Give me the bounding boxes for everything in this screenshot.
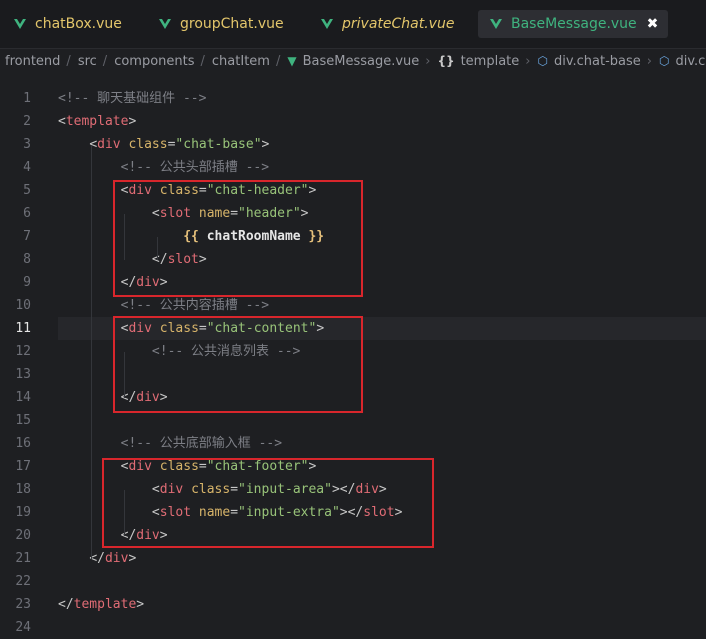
editor-tab-bar: chatBox.vue groupChat.vue privateChat.vu…	[0, 0, 706, 49]
breadcrumb-item[interactable]: frontend	[0, 54, 60, 69]
code-text: </div>	[89, 551, 137, 566]
code-line-area: </div>	[58, 547, 706, 570]
line-number: 1	[23, 91, 31, 106]
tab-label: privateChat.vue	[342, 16, 455, 32]
cube-icon: ⬡	[658, 54, 670, 68]
tab-label: chatBox.vue	[35, 16, 122, 32]
vue-file-icon	[490, 19, 502, 29]
braces-icon: {}	[437, 54, 455, 68]
line-number: 11	[15, 321, 31, 336]
code-line-area: <!-- 公共头部插槽 -->	[58, 156, 706, 179]
line-number: 15	[15, 413, 31, 428]
code-line[interactable]: 22	[0, 570, 706, 593]
code-line-area: <!-- 公共内容插槽 -->	[58, 294, 706, 317]
line-number: 5	[23, 183, 31, 198]
line-number: 23	[15, 597, 31, 612]
breadcrumb-separator: /	[102, 53, 108, 69]
line-number: 14	[15, 390, 31, 405]
close-icon[interactable]: ✖	[647, 16, 659, 32]
breadcrumb-separator: ›	[425, 53, 431, 69]
breadcrumb-item[interactable]: components	[114, 54, 194, 69]
breadcrumb-separator: ›	[525, 53, 531, 69]
code-text: <template>	[58, 114, 137, 129]
line-number: 13	[15, 367, 31, 382]
breadcrumb-separator: ›	[646, 53, 652, 69]
code-line[interactable]: 24	[0, 616, 706, 639]
code-line-area: <!-- 聊天基础组件 -->	[58, 87, 706, 110]
code-line-area: </template>	[58, 593, 706, 616]
tab-label: BaseMessage.vue	[511, 16, 637, 32]
line-number: 17	[15, 459, 31, 474]
breadcrumb-separator: /	[275, 53, 281, 69]
code-line[interactable]: 23 </template>	[0, 593, 706, 616]
code-line-area: <div class="chat-base">	[58, 133, 706, 156]
code-line-area	[58, 616, 706, 639]
vue-file-icon	[159, 19, 171, 29]
cube-icon: ⬡	[537, 54, 548, 68]
tab-basemessage[interactable]: BaseMessage.vue ✖	[478, 10, 669, 38]
code-text: </template>	[58, 597, 145, 612]
breadcrumb-item[interactable]: ⬡ div.chat-base	[537, 54, 640, 69]
highlight-box-footer	[102, 458, 434, 548]
highlight-box-content	[113, 316, 363, 413]
tab-groupchat[interactable]: groupChat.vue	[159, 10, 284, 38]
code-line-area: <template>	[58, 110, 706, 133]
highlight-box-header	[113, 180, 363, 297]
code-line[interactable]: 21 </div>	[0, 547, 706, 570]
vue-file-icon	[14, 19, 26, 29]
code-line-area	[58, 570, 706, 593]
vue-file-icon	[321, 19, 333, 29]
breadcrumb-item[interactable]: chatItem	[212, 54, 270, 69]
code-line[interactable]: 16 <!-- 公共底部输入框 -->	[0, 432, 706, 455]
breadcrumb-item[interactable]: ⬡ div.chat-co	[659, 54, 706, 69]
breadcrumb-item[interactable]: src	[78, 54, 97, 69]
line-number: 4	[23, 160, 31, 175]
line-number: 7	[23, 229, 31, 244]
code-editor[interactable]: 24 23 </template> 22 21 </div> 20 </div> 19 <s…	[0, 87, 706, 637]
line-number: 6	[23, 206, 31, 221]
tab-privatechat[interactable]: privateChat.vue	[321, 10, 454, 38]
code-line[interactable]: 2 <template>	[0, 110, 706, 133]
breadcrumb-separator: /	[200, 53, 205, 69]
code-line[interactable]: 10 <!-- 公共内容插槽 -->	[0, 294, 706, 317]
breadcrumb-separator: /	[66, 53, 71, 69]
code-text: <!-- 聊天基础组件 -->	[58, 91, 207, 106]
code-line[interactable]: 1 <!-- 聊天基础组件 -->	[0, 87, 706, 110]
line-number: 10	[15, 298, 31, 313]
code-line[interactable]: 3 <div class="chat-base">	[0, 133, 706, 156]
line-number: 8	[23, 252, 31, 267]
breadcrumb-item[interactable]: ▼ BaseMessage.vue	[287, 54, 419, 69]
tab-chatbox[interactable]: chatBox.vue	[14, 10, 122, 38]
line-number: 21	[15, 551, 31, 566]
line-number: 2	[23, 114, 31, 129]
line-number: 24	[15, 620, 31, 635]
line-number: 20	[15, 528, 31, 543]
line-number: 18	[15, 482, 31, 497]
line-number: 3	[23, 137, 31, 152]
code-text: <div class="chat-base">	[89, 137, 270, 152]
line-number: 9	[23, 275, 31, 290]
tab-label: groupChat.vue	[180, 16, 284, 32]
line-number: 22	[15, 574, 31, 589]
breadcrumb: frontend / src / components / chatItem /…	[0, 49, 706, 73]
indent-guide	[91, 145, 92, 559]
line-number: 19	[15, 505, 31, 520]
line-number: 12	[15, 344, 31, 359]
code-line[interactable]: 4 <!-- 公共头部插槽 -->	[0, 156, 706, 179]
breadcrumb-item[interactable]: {} template	[437, 54, 519, 69]
code-text: <!-- 公共头部插槽 -->	[58, 160, 270, 175]
line-number: 16	[15, 436, 31, 451]
code-line-area: <!-- 公共底部输入框 -->	[58, 432, 706, 455]
vue-file-icon: ▼	[287, 54, 297, 68]
code-text: <!-- 公共内容插槽 -->	[58, 298, 270, 313]
